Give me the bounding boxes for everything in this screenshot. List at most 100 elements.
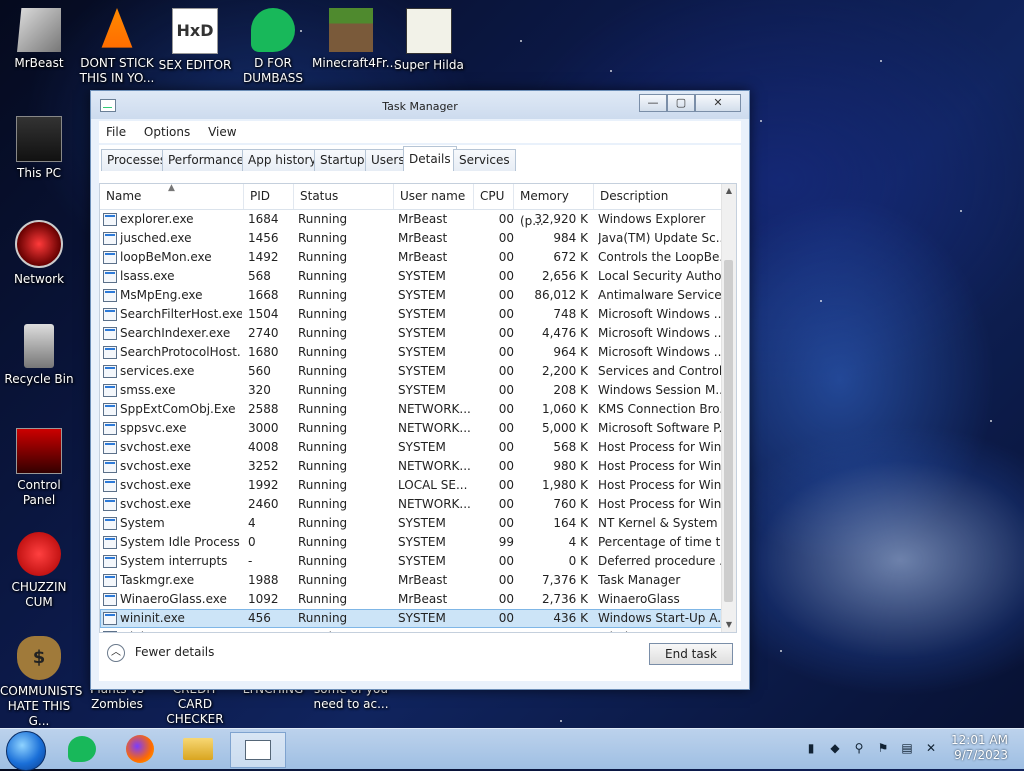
process-cpu: 00 [498,307,514,321]
tab-startup[interactable]: Startup [314,149,371,171]
fewer-details-button[interactable]: ︿ Fewer details [107,641,214,663]
minimize-button[interactable]: — [639,94,667,112]
process-status: Running [298,269,348,283]
process-name: SearchIndexer.exe [120,326,231,340]
task-manager-icon [245,740,271,760]
close-button[interactable]: ✕ [695,94,741,112]
clock[interactable]: 12:01 AM 9/7/2023 [951,733,1008,763]
table-row[interactable]: MsMpEng.exe 1668 Running SYSTEM 00 86,012 K An… [100,286,736,305]
desktop-icon-recycle-bin[interactable]: Recycle Bin [0,324,78,387]
tab-services[interactable]: Services [453,149,516,171]
desktop-icon-super-hilda[interactable]: Super Hilda [390,8,468,73]
column-header-pid[interactable]: PID [244,184,294,209]
process-user: SYSTEM [398,364,446,378]
table-row[interactable]: svchost.exe 1992 Running LOCAL SE... 00 1,980… [100,476,736,495]
taskbar-spotify[interactable] [58,732,106,766]
table-row[interactable]: winlogon.exe 520 Running SYSTEM00 1,256 K Win… [100,628,736,632]
vertical-scrollbar[interactable]: ▲ ▼ [721,184,736,632]
column-header-cpu[interactable]: CPU [474,184,514,209]
table-row[interactable]: jusched.exe 1456 Running MrBeast 00 984 K Java… [100,229,736,248]
process-table[interactable]: ▲ Name PID Status User name CPU Memory (… [99,183,737,633]
desktop-icon-communists[interactable]: $ COMMUNISTS HATE THIS G... [0,636,82,729]
table-row[interactable]: SppExtComObj.Exe 2588 Running NETWORK... 00 1… [100,400,736,419]
table-row[interactable]: SearchIndexer.exe 2740 Running SYSTEM 00 4,47… [100,324,736,343]
table-row[interactable]: System 4 Running SYSTEM 00 164 K NT Kernel & S… [100,514,736,533]
tab-app-history[interactable]: App history [242,149,323,171]
taskbar-file-explorer[interactable] [174,732,222,766]
process-name: svchost.exe [120,478,191,492]
table-row[interactable]: Taskmgr.exe 1988 Running MrBeast 00 7,376 K Ta… [100,571,736,590]
table-row[interactable]: lsass.exe 568 Running SYSTEM 00 2,656 K Local … [100,267,736,286]
table-row[interactable]: System interrupts - Running SYSTEM 00 0 K Defe… [100,552,736,571]
desktop-icon-mrbeast[interactable]: MrBeast [0,8,78,71]
table-row[interactable]: svchost.exe 4008 Running SYSTEM 00 568 K Host … [100,438,736,457]
table-row[interactable]: SearchProtocolHost.... 1680 Running SYSTEM 0… [100,343,736,362]
action-center-flag-icon[interactable]: ⚑ [876,741,890,755]
chat-bubble-icon [251,8,295,52]
table-row[interactable]: svchost.exe 3252 Running NETWORK... 00 980 K H… [100,457,736,476]
table-row[interactable]: sppsvc.exe 3000 Running NETWORK... 00 5,000 K… [100,419,736,438]
column-header-status[interactable]: Status [294,184,394,209]
shield-icon[interactable]: ◆ [828,741,842,755]
task-manager-window[interactable]: Task Manager — ▢ ✕ File Options View Pro… [90,90,750,690]
taskbar-firefox[interactable] [116,732,164,766]
table-row[interactable]: smss.exe 320 Running SYSTEM 00 208 K Windows S… [100,381,736,400]
column-header-user-name[interactable]: User name [394,184,474,209]
process-description: Local Security Autho... [598,269,722,283]
tab-performance[interactable]: Performance [162,149,251,171]
start-button[interactable] [6,731,46,771]
process-pid: 1680 [248,345,279,359]
hex-editor-icon: HxD [172,8,218,54]
desktop-icon-d-for-dumbass[interactable]: D FOR DUMBASS [234,8,312,86]
table-row[interactable]: services.exe 560 Running SYSTEM 00 2,200 K Ser… [100,362,736,381]
desktop-icon-network[interactable]: Network [0,220,78,287]
process-user: MrBeast [398,231,448,245]
desktop-icon-sex-editor[interactable]: HxD SEX EDITOR [156,8,234,73]
desktop-icon-vlc[interactable]: DONT STICK THIS IN YO... [78,8,156,86]
process-pid: 1992 [248,478,279,492]
table-row[interactable]: wininit.exe 456 Running SYSTEM 00 436 K Window… [100,609,736,628]
process-name: System [120,516,165,530]
process-memory: 1,980 K [541,478,588,492]
table-row[interactable]: WinaeroGlass.exe 1092 Running MrBeast 00 2,73… [100,590,736,609]
menu-file[interactable]: File [99,121,133,143]
flag-icon[interactable]: ▮ [804,741,818,755]
desktop-icon-chuzzin-cum[interactable]: CHUZZIN CUM [0,532,78,610]
title-bar[interactable]: Task Manager — ▢ ✕ [91,91,749,119]
scroll-up-icon[interactable]: ▲ [722,184,736,198]
process-description: Java(TM) Update Sc... [598,231,722,245]
menu-options[interactable]: Options [137,121,197,143]
process-memory: 980 K [553,459,588,473]
search-icon[interactable]: ⚲ [852,741,866,755]
table-row[interactable]: loopBeMon.exe 1492 Running MrBeast 00 672 K Co… [100,248,736,267]
process-cpu: 00 [498,459,514,473]
volume-muted-icon[interactable]: ✕ [924,741,938,755]
process-pid: 320 [248,383,271,397]
process-name: explorer.exe [120,212,194,226]
process-cpu: 00 [498,250,514,264]
taskbar-task-manager[interactable] [230,732,286,768]
process-user: SYSTEM [398,326,446,340]
table-row[interactable]: SearchFilterHost.exe 1504 Running SYSTEM 00 7… [100,305,736,324]
column-header-memory[interactable]: Memory (p... [514,184,594,228]
table-row[interactable]: System Idle Process 0 Running SYSTEM 99 4 K Pe… [100,533,736,552]
scroll-down-icon[interactable]: ▼ [722,618,736,632]
maximize-button[interactable]: ▢ [667,94,695,112]
desktop-icon-this-pc[interactable]: This PC [0,116,78,181]
tab-details[interactable]: Details [403,146,457,172]
clock-date: 9/7/2023 [954,748,1008,762]
process-description: Host Process for Win... [598,497,722,511]
scroll-thumb[interactable] [724,260,733,602]
end-task-button[interactable]: End task [649,643,733,665]
process-user: SYSTEM [398,535,446,549]
process-pid: 3000 [248,421,279,435]
table-row[interactable]: explorer.exe 1684 Running MrBeast 00 32,920 K… [100,210,736,229]
column-header-description[interactable]: Description [594,184,722,209]
desktop-icon-minecraft[interactable]: Minecraft4Fr... [312,8,397,71]
table-row[interactable]: svchost.exe 2460 Running NETWORK... 00 760 K H… [100,495,736,514]
column-header-name[interactable]: ▲ Name [100,184,244,209]
desktop-icon-control-panel[interactable]: Control Panel [0,428,78,508]
network-icon[interactable]: ▤ [900,741,914,755]
menu-view[interactable]: View [201,121,243,143]
process-pid: 4 [248,516,256,530]
